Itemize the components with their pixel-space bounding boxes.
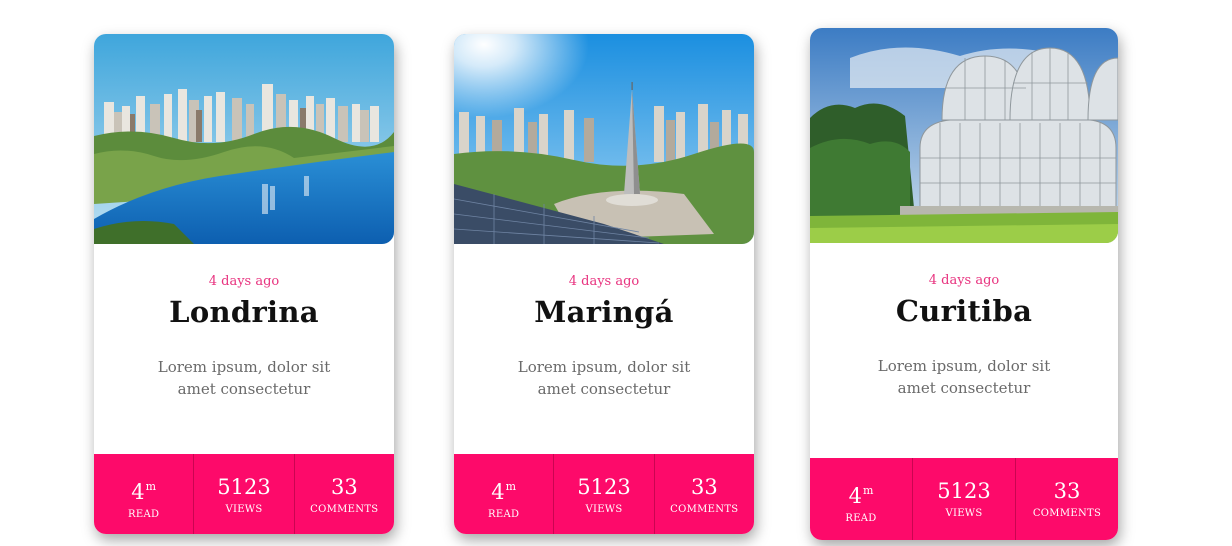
stat-value: 4	[848, 484, 862, 508]
stat-value: 33	[690, 475, 718, 499]
post-date: 4 days ago	[208, 274, 280, 289]
card-body: 4 days ago Curitiba Lorem ipsum, dolor s…	[810, 243, 1118, 458]
stats-bar: 4m READ 5123 VIEWS 33 COMMENTS	[810, 458, 1118, 540]
city-photo-maringa	[454, 34, 754, 244]
stat-unit: m	[145, 480, 157, 493]
stat-label: VIEWS	[585, 504, 623, 515]
stat-comments: 33 COMMENTS	[293, 454, 394, 534]
stat-label: READ	[845, 513, 877, 524]
city-card-curitiba[interactable]: 4 days ago Curitiba Lorem ipsum, dolor s…	[810, 28, 1118, 540]
stat-read: 4m READ	[454, 454, 553, 534]
stat-value: 4	[131, 480, 145, 504]
stat-label: COMMENTS	[1032, 508, 1102, 519]
card-description: Lorem ipsum, dolor sit amet consectetur	[517, 358, 691, 398]
card-gallery: 4 days ago Londrina Lorem ipsum, dolor s…	[0, 0, 1232, 546]
post-date: 4 days ago	[568, 274, 640, 289]
card-body: 4 days ago Maringá Lorem ipsum, dolor si…	[454, 244, 754, 454]
stat-value: 4	[491, 480, 505, 504]
stat-views: 5123 VIEWS	[553, 454, 653, 534]
stat-comments: 33 COMMENTS	[653, 454, 754, 534]
stat-label: COMMENTS	[670, 504, 739, 515]
card-description: Lorem ipsum, dolor sit amet consectetur	[157, 358, 331, 398]
stats-bar: 4m READ 5123 VIEWS 33 COMMENTS	[454, 454, 754, 534]
stat-label: VIEWS	[945, 508, 983, 519]
stat-value: 5123	[937, 479, 991, 503]
stat-value: 33	[330, 475, 358, 499]
stat-views: 5123 VIEWS	[193, 454, 293, 534]
post-date: 4 days ago	[928, 273, 1000, 288]
card-body: 4 days ago Londrina Lorem ipsum, dolor s…	[94, 244, 394, 454]
stat-value: 5123	[217, 475, 271, 499]
city-photo-curitiba	[810, 28, 1118, 243]
city-photo-londrina	[94, 34, 394, 244]
card-description: Lorem ipsum, dolor sit amet consectetur	[877, 357, 1051, 397]
stat-value: 5123	[577, 475, 631, 499]
stat-label: READ	[128, 509, 160, 520]
card-title[interactable]: Curitiba	[810, 293, 1118, 329]
city-card-londrina[interactable]: 4 days ago Londrina Lorem ipsum, dolor s…	[94, 34, 394, 534]
stat-comments: 33 COMMENTS	[1015, 458, 1118, 540]
stat-unit: m	[505, 480, 517, 493]
stat-label: COMMENTS	[310, 504, 379, 515]
stat-label: VIEWS	[225, 504, 263, 515]
stat-value: 33	[1053, 479, 1081, 503]
city-card-maringa[interactable]: 4 days ago Maringá Lorem ipsum, dolor si…	[454, 34, 754, 534]
stat-read: 4m READ	[810, 458, 912, 540]
stat-views: 5123 VIEWS	[912, 458, 1015, 540]
card-title[interactable]: Maringá	[454, 294, 754, 330]
stat-label: READ	[488, 509, 520, 520]
stats-bar: 4m READ 5123 VIEWS 33 COMMENTS	[94, 454, 394, 534]
stat-unit: m	[862, 484, 874, 497]
stat-read: 4m READ	[94, 454, 193, 534]
card-title[interactable]: Londrina	[94, 294, 394, 330]
